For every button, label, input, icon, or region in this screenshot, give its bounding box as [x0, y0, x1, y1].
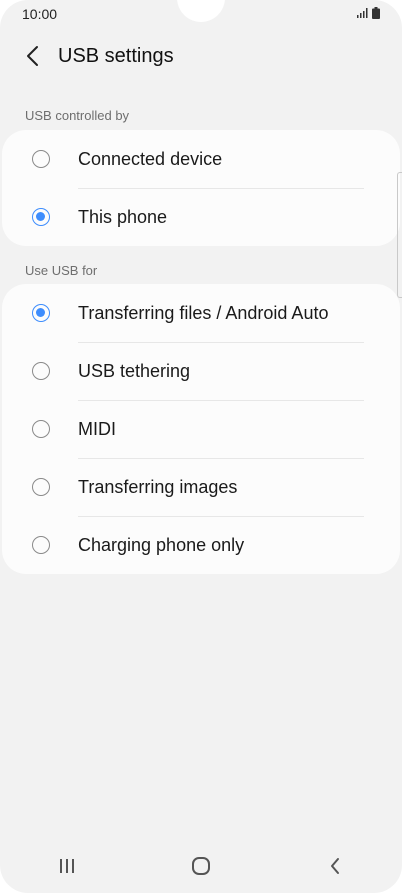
radio-button[interactable]	[32, 478, 50, 496]
option-label: USB tethering	[78, 360, 191, 381]
home-icon	[192, 857, 210, 875]
navigation-bar	[0, 839, 402, 893]
option-label: Charging phone only	[78, 534, 245, 555]
radio-button[interactable]	[32, 420, 50, 438]
use-usb-for-group: Transferring files / Android Auto USB te…	[2, 284, 400, 574]
back-button[interactable]	[20, 38, 46, 74]
status-bar: 10:00	[0, 0, 402, 26]
usb-controlled-by-group: Connected device This phone	[2, 130, 400, 246]
screen: 10:00 USB settings USB controlled by Con…	[0, 0, 402, 893]
option-label: Transferring images	[78, 476, 238, 497]
option-connected-device[interactable]: Connected device	[2, 130, 400, 188]
radio-button-selected[interactable]	[32, 304, 50, 322]
radio-button-selected[interactable]	[32, 208, 50, 226]
option-label: MIDI	[78, 418, 116, 439]
nav-back-button[interactable]	[310, 846, 360, 886]
option-transferring-images[interactable]: Transferring images	[2, 458, 400, 516]
radio-button[interactable]	[32, 536, 50, 554]
option-label: Connected device	[78, 148, 223, 169]
option-charging-phone-only[interactable]: Charging phone only	[2, 516, 400, 574]
option-midi[interactable]: MIDI	[2, 400, 400, 458]
option-label: This phone	[78, 206, 168, 227]
app-bar: USB settings	[0, 36, 402, 76]
signal-icon	[357, 8, 368, 18]
recent-apps-icon	[60, 859, 74, 873]
scroll-indicator[interactable]	[397, 172, 402, 298]
back-icon	[331, 858, 339, 874]
status-icons	[357, 7, 380, 19]
page-title: USB settings	[58, 44, 174, 67]
home-button[interactable]	[176, 846, 226, 886]
radio-button[interactable]	[32, 362, 50, 380]
option-usb-tethering[interactable]: USB tethering	[2, 342, 400, 400]
section-header-usb-controlled-by: USB controlled by	[25, 108, 130, 123]
section-header-use-usb-for: Use USB for	[25, 263, 98, 278]
option-label: Transferring files / Android Auto	[78, 302, 329, 323]
battery-icon	[372, 7, 380, 19]
option-this-phone[interactable]: This phone	[2, 188, 400, 246]
option-transferring-files[interactable]: Transferring files / Android Auto	[2, 284, 400, 342]
chevron-left-icon	[27, 46, 38, 66]
status-time: 10:00	[22, 6, 58, 22]
recent-apps-button[interactable]	[42, 846, 92, 886]
radio-button[interactable]	[32, 150, 50, 168]
